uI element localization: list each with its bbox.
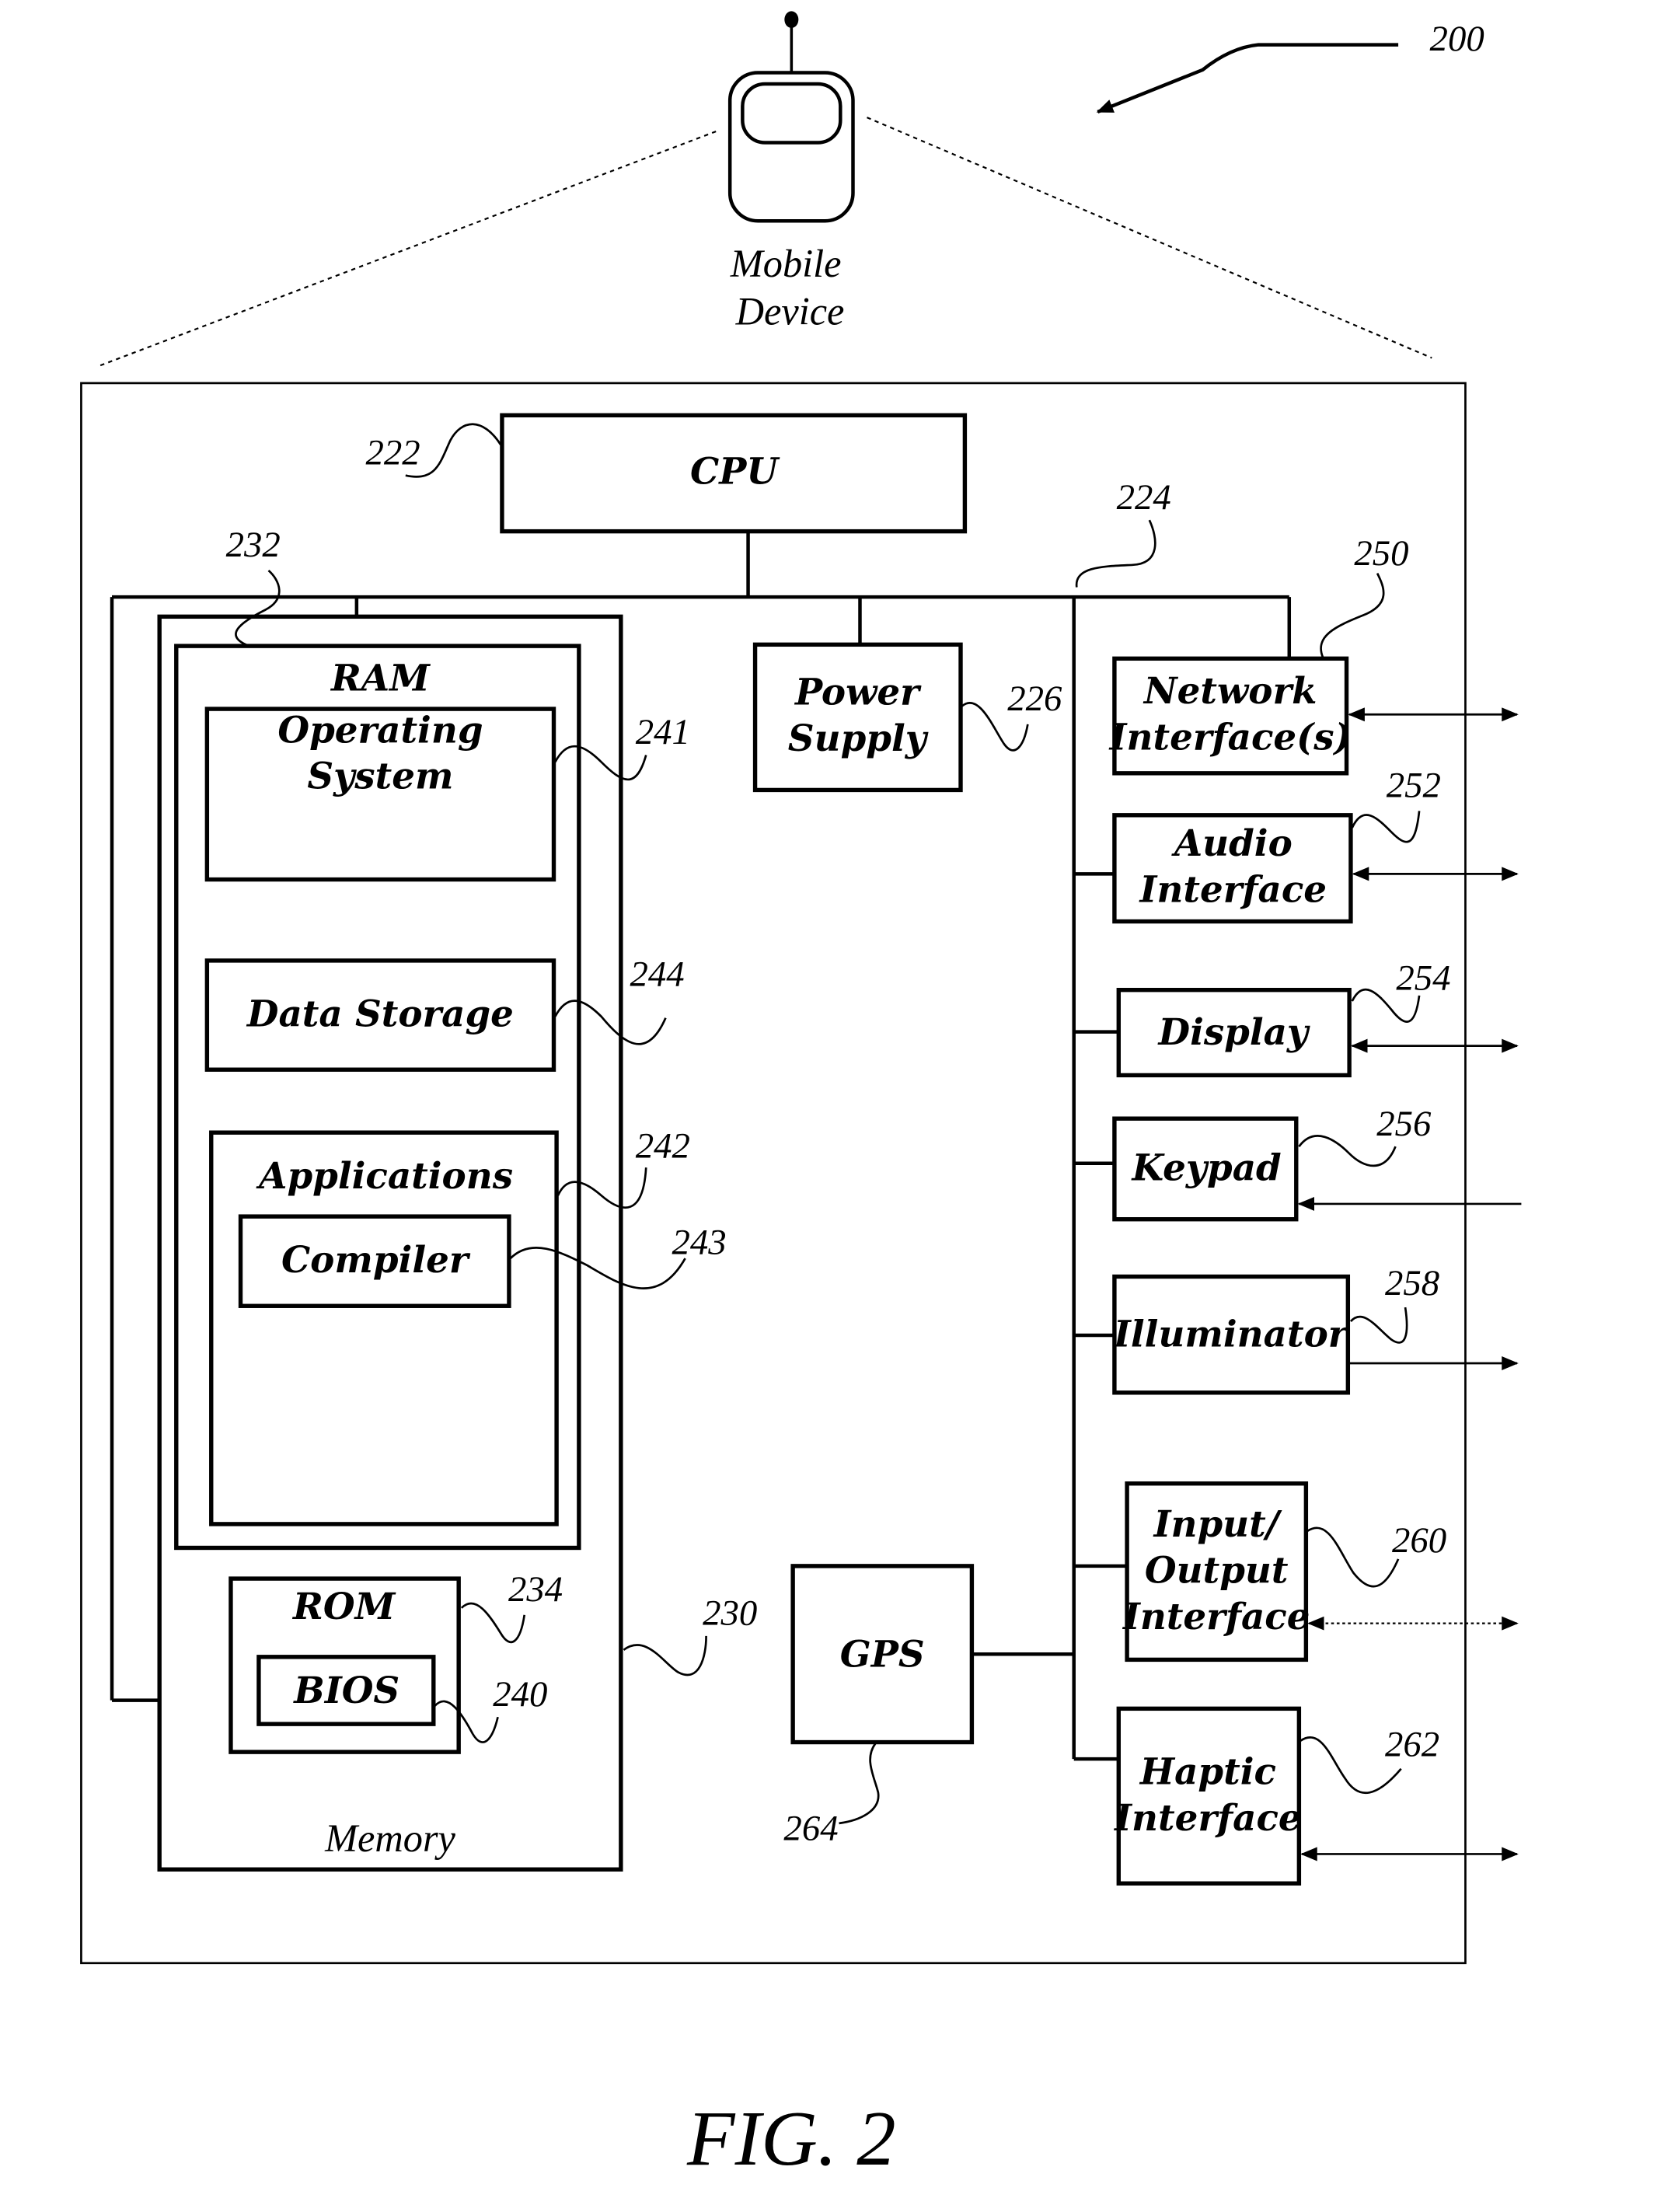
bus-leader: [1075, 519, 1156, 588]
data-storage-label: Data Storage: [246, 993, 514, 1035]
memory-ref: 230: [703, 1593, 757, 1633]
os-label-line2: System: [307, 755, 453, 798]
illuminator-label: Illuminator: [1112, 1313, 1350, 1355]
power-supply-label-line1: Power: [794, 672, 922, 714]
mobile-device-block-diagram: 200 Mobile Device CPU 222 224 Memory 230…: [80, 11, 1522, 2182]
figure-caption: FIG. 2: [686, 2095, 896, 2182]
cpu-label: CPU: [690, 450, 780, 493]
device-label-line2: Device: [735, 289, 845, 333]
rom-label: ROM: [291, 1586, 396, 1628]
device-label-line1: Mobile: [730, 242, 842, 285]
memory-leader: [623, 1635, 707, 1676]
network-interface-label-line2: Interface(s): [1108, 716, 1352, 759]
power-supply-label-line2: Supply: [788, 717, 929, 760]
haptic-interface-label-line1: Haptic: [1139, 1751, 1276, 1794]
ram-label: RAM: [330, 658, 431, 700]
illuminator-ref: 258: [1385, 1263, 1439, 1303]
keypad-label: Keypad: [1131, 1146, 1282, 1189]
illuminator-leader: [1349, 1307, 1408, 1344]
display-label: Display: [1157, 1011, 1310, 1054]
applications-label: Applications: [256, 1155, 513, 1198]
network-interface-leader: [1320, 572, 1385, 658]
haptic-interface-box: [1116, 1706, 1302, 1886]
io-interface-leader: [1306, 1526, 1400, 1588]
rom-ref: 234: [508, 1569, 563, 1610]
expansion-line-left: [97, 131, 717, 368]
io-interface-label-line3: Interface: [1122, 1596, 1310, 1638]
audio-interface-label-line1: Audio: [1171, 822, 1293, 865]
figure-ref-arrow: [1096, 43, 1399, 114]
io-interface-label-line1: Input/: [1153, 1503, 1282, 1546]
haptic-interface-label-line2: Interface: [1113, 1797, 1302, 1840]
keypad-ref: 256: [1376, 1104, 1432, 1144]
data-storage-ref: 244: [630, 954, 685, 994]
os-ref: 241: [636, 712, 690, 752]
bus-ref: 224: [1117, 477, 1171, 518]
memory-label: Memory: [324, 1816, 455, 1860]
figure-reference: 200: [1096, 19, 1484, 114]
gps-leader: [839, 1743, 880, 1825]
audio-interface-leader: [1351, 811, 1421, 843]
compiler-ref: 243: [672, 1223, 727, 1263]
gps-label: GPS: [840, 1633, 925, 1676]
cpu-ref: 222: [366, 432, 420, 473]
audio-interface-label-line2: Interface: [1139, 868, 1327, 911]
audio-interface-ref: 252: [1387, 765, 1441, 805]
gps-ref: 264: [783, 1808, 838, 1848]
display-ref: 254: [1396, 958, 1450, 999]
bios-ref: 240: [493, 1674, 547, 1715]
compiler-label: Compiler: [281, 1239, 471, 1282]
power-supply-ref: 226: [1007, 679, 1062, 719]
applications-ref: 242: [636, 1126, 690, 1167]
os-label-line1: Operating: [277, 709, 483, 752]
bios-label: BIOS: [292, 1669, 399, 1712]
ram-ref: 232: [226, 525, 281, 565]
figure-ref-number: 200: [1430, 19, 1484, 59]
haptic-interface-ref: 262: [1385, 1725, 1439, 1765]
io-interface-ref: 260: [1392, 1520, 1446, 1561]
mobile-phone-icon: [727, 11, 855, 223]
network-interface-label-line1: Network: [1143, 670, 1317, 713]
expansion-line-right: [867, 117, 1432, 359]
io-interface-label-line2: Output: [1145, 1549, 1289, 1592]
network-interface-ref: 250: [1354, 533, 1408, 574]
